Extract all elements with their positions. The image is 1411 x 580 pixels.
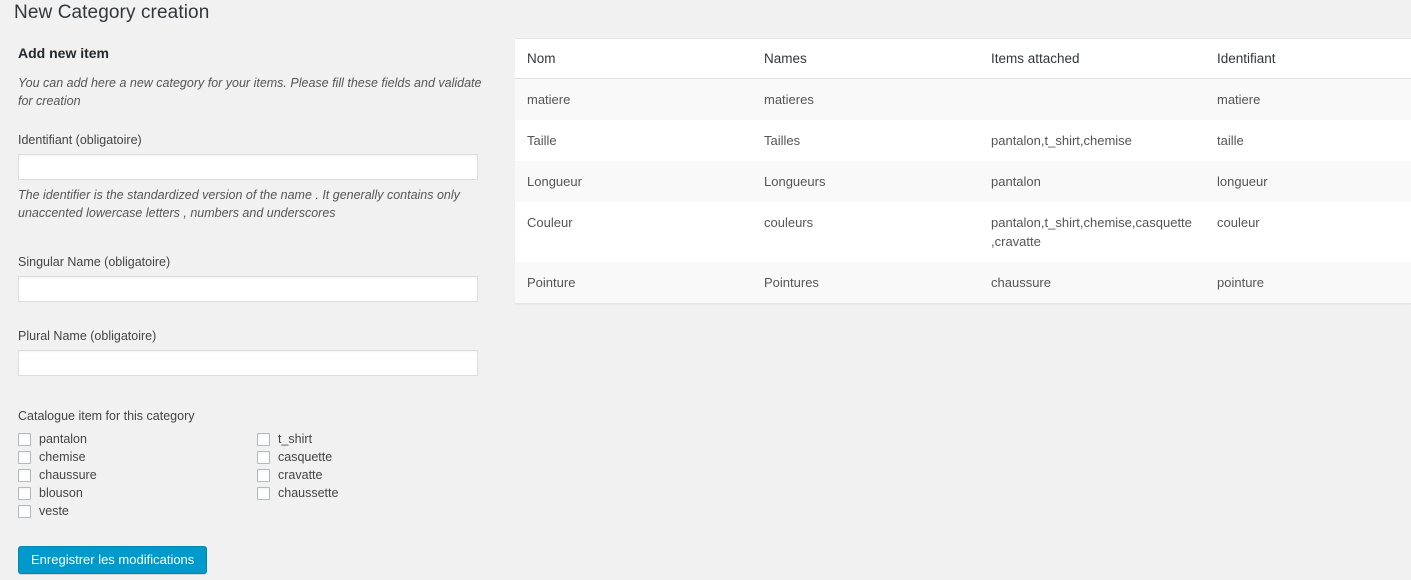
checkbox-item-casquette[interactable]: casquette [257, 448, 496, 466]
cell-nom: Taille [527, 133, 557, 148]
column-header-nom[interactable]: Nom [515, 39, 752, 79]
table-row[interactable]: Couleur couleurs pantalon,t_shirt,chemis… [515, 202, 1411, 262]
cell-names: Tailles [764, 133, 801, 148]
identifier-input[interactable] [18, 154, 478, 180]
catalogue-column-left: pantalon chemise chaussure blouson veste [18, 430, 257, 520]
cell-identifiant: pointure [1217, 275, 1264, 290]
identifier-label: Identifiant (obligatoire) [18, 133, 142, 147]
checkbox-item-t-shirt[interactable]: t_shirt [257, 430, 496, 448]
cell-nom: Couleur [527, 215, 573, 230]
cell-items: pantalon,t_shirt,chemise [991, 133, 1132, 148]
cell-items: chaussure [991, 275, 1051, 290]
singular-name-input[interactable] [18, 276, 478, 302]
cell-items: pantalon [991, 174, 1041, 189]
cell-identifiant: matiere [1217, 92, 1261, 107]
checkbox-label: cravatte [278, 468, 323, 482]
cell-identifiant: longueur [1217, 174, 1268, 189]
checkbox-item-pantalon[interactable]: pantalon [18, 430, 257, 448]
cell-nom: Longueur [527, 174, 582, 189]
categories-table-panel: Nom Names Items attached Identifiant mat… [515, 38, 1411, 304]
table-header: Nom Names Items attached Identifiant [515, 39, 1411, 79]
cell-identifiant: taille [1217, 133, 1244, 148]
cell-nom: Pointure [527, 275, 576, 290]
column-header-names[interactable]: Names [752, 39, 979, 79]
checkbox-item-blouson[interactable]: blouson [18, 484, 257, 502]
categories-table: Nom Names Items attached Identifiant mat… [515, 39, 1411, 303]
cell-names: Longueurs [764, 174, 826, 189]
checkbox-icon[interactable] [257, 450, 270, 464]
checkbox-item-chaussette[interactable]: chaussette [257, 484, 496, 502]
checkbox-label: veste [39, 504, 69, 518]
table-body: matiere matieres matiere Taille Tailles … [515, 78, 1411, 303]
page-root: New Category creation Add new item You c… [0, 0, 1411, 580]
checkbox-icon[interactable] [18, 486, 31, 500]
add-new-item-form: Add new item You can add here a new cate… [0, 44, 510, 574]
checkbox-icon[interactable] [18, 504, 31, 518]
table-row[interactable]: Pointure Pointures chaussure pointure [515, 262, 1411, 303]
singular-name-label: Singular Name (obligatoire) [18, 255, 171, 269]
checkbox-label: chemise [39, 450, 86, 464]
cell-names: couleurs [764, 215, 814, 230]
cell-identifiant: couleur [1217, 215, 1260, 230]
column-header-items[interactable]: Items attached [979, 39, 1205, 79]
table-header-row: Nom Names Items attached Identifiant [515, 39, 1411, 79]
catalogue-group-label: Catalogue item for this category [18, 409, 195, 423]
form-heading: Add new item [18, 45, 110, 61]
checkbox-item-chemise[interactable]: chemise [18, 448, 257, 466]
checkbox-icon[interactable] [257, 486, 270, 500]
checkbox-item-chaussure[interactable]: chaussure [18, 466, 257, 484]
cell-names: Pointures [764, 275, 819, 290]
page-title: New Category creation [14, 2, 210, 23]
cell-names: matieres [764, 92, 814, 107]
checkbox-icon[interactable] [18, 450, 31, 464]
identifier-help-text: The identifier is the standardized versi… [18, 188, 460, 220]
catalogue-checkbox-grid: pantalon chemise chaussure blouson veste [18, 430, 496, 520]
checkbox-label: t_shirt [278, 432, 313, 446]
table-row[interactable]: Taille Tailles pantalon,t_shirt,chemise … [515, 120, 1411, 161]
submit-row: Enregistrer les modifications [18, 546, 496, 574]
checkbox-item-cravatte[interactable]: cravatte [257, 466, 496, 484]
table-row[interactable]: matiere matieres matiere [515, 78, 1411, 121]
form-description: You can add here a new category for your… [18, 76, 482, 108]
save-changes-button[interactable]: Enregistrer les modifications [18, 546, 208, 574]
checkbox-label: chaussette [278, 486, 339, 500]
checkbox-icon[interactable] [257, 468, 270, 482]
column-header-identifiant[interactable]: Identifiant [1205, 39, 1411, 79]
checkbox-icon[interactable] [18, 468, 31, 482]
cell-items [979, 79, 1205, 121]
checkbox-label: chaussure [39, 468, 97, 482]
checkbox-label: blouson [39, 486, 83, 500]
checkbox-icon[interactable] [18, 432, 31, 446]
checkbox-label: pantalon [39, 432, 87, 446]
table-row[interactable]: Longueur Longueurs pantalon longueur [515, 161, 1411, 202]
checkbox-icon[interactable] [257, 432, 270, 446]
checkbox-item-veste[interactable]: veste [18, 502, 257, 520]
checkbox-label: casquette [278, 450, 333, 464]
catalogue-column-right: t_shirt casquette cravatte chaussette [257, 430, 496, 520]
cell-nom: matiere [527, 92, 571, 107]
cell-items: pantalon,t_shirt,chemise,casquette,crava… [991, 215, 1192, 249]
plural-name-label: Plural Name (obligatoire) [18, 329, 157, 343]
plural-name-input[interactable] [18, 350, 478, 376]
